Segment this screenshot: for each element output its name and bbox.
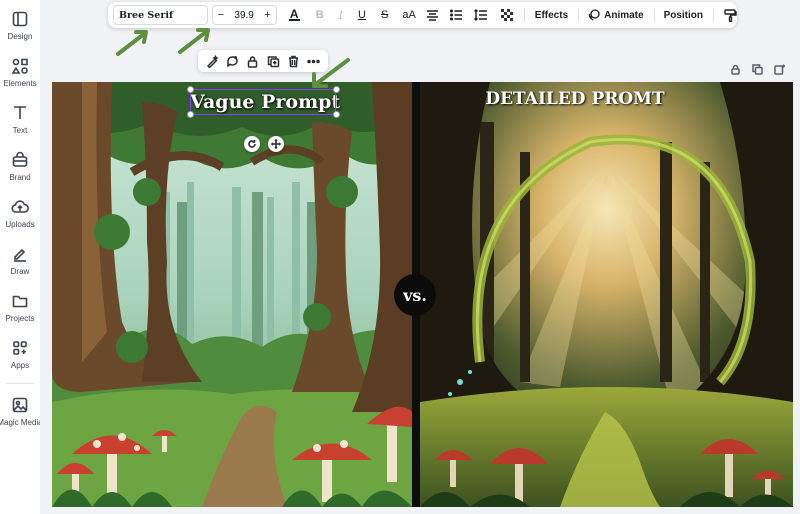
sidebar-item-label: Elements [3,79,37,88]
letter-case-button[interactable]: aA [402,5,415,25]
trash-icon[interactable] [287,55,300,68]
font-size-stepper: − 39.9 + [211,5,277,25]
magic-edit-icon[interactable] [206,54,219,68]
paint-roller-icon [724,8,737,22]
text-formatting-toolbar: Bree Serif − 39.9 + A B I U S aA Effects… [108,2,737,28]
vague-prompt-image[interactable] [52,82,412,507]
design-icon [12,11,28,27]
rotate-icon [248,140,256,148]
sidebar-item-label: Text [12,126,28,135]
projects-icon [12,295,28,308]
sidebar-item-label: Uploads [5,220,35,229]
animate-icon [588,9,600,21]
sidebar-item-label: Projects [5,314,35,323]
sidebar-item-label: Magic Media [0,418,43,427]
annotation-arrow-icon [178,28,210,54]
sidebar-item-apps[interactable]: Apps [0,339,40,383]
glowing-forest-illustration [420,82,793,507]
copy-style-button[interactable] [724,5,737,25]
sidebar-divider [6,383,34,384]
magic-media-icon [12,397,28,413]
sidebar-item-projects[interactable]: Projects [0,292,40,336]
comment-icon[interactable] [226,55,239,68]
annotation-arrow-icon [312,58,350,88]
sidebar-item-elements[interactable]: Elements [0,57,40,101]
text-color-swatch [288,19,300,21]
left-sidebar: Design Elements Text Brand Uploads Draw … [0,0,43,514]
sidebar-item-label: Brand [9,173,31,182]
duplicate-icon[interactable] [267,55,280,68]
apps-icon [13,341,27,355]
brand-icon [12,151,28,167]
underline-button[interactable]: U [358,5,366,25]
detailed-prompt-title[interactable]: DETAILED PROMT [470,86,680,112]
vague-prompt-title[interactable]: Vague Prompt [190,90,340,114]
italic-button[interactable]: I [339,5,343,25]
font-size-value[interactable]: 39.9 [234,10,253,21]
sidebar-item-text[interactable]: Text [0,104,40,148]
spacing-button[interactable] [473,5,487,25]
bold-button[interactable]: B [316,5,324,25]
sidebar-item-label: Apps [10,361,30,370]
vs-badge[interactable]: vs. [394,274,436,316]
list-button[interactable] [449,5,463,25]
detailed-prompt-image[interactable] [420,82,793,507]
align-center-icon [426,10,438,21]
page-add-icon[interactable] [774,64,785,75]
animate-label: Animate [604,9,644,21]
text-color-label: A [289,7,299,21]
text-color-button[interactable]: A [288,5,300,25]
strikethrough-button[interactable]: S [381,5,388,25]
page-actions [730,64,785,75]
toolbar-divider [653,8,655,22]
sidebar-item-uploads[interactable]: Uploads [0,198,40,242]
effects-button[interactable]: Effects [535,5,568,25]
resize-handle-top-left[interactable] [187,86,194,93]
lock-icon[interactable] [246,55,259,68]
page-lock-icon[interactable] [730,64,741,75]
page-duplicate-icon[interactable] [752,64,763,75]
uploads-icon [11,200,29,213]
font-family-select[interactable]: Bree Serif [113,5,208,25]
animate-button[interactable]: Animate [588,5,644,25]
toolbar-divider [578,8,580,22]
sidebar-item-label: Draw [10,267,30,276]
sidebar-item-design[interactable]: Design [0,10,40,54]
font-size-increase-button[interactable]: + [264,9,270,21]
align-center-button[interactable] [426,5,439,25]
sidebar-item-draw[interactable]: Draw [0,245,40,289]
sidebar-item-brand[interactable]: Brand [0,151,40,195]
sidebar-item-magic-media[interactable]: Magic Media [0,396,43,440]
move-button[interactable] [268,136,284,152]
cartoon-forest-illustration [52,82,412,507]
transparency-icon [500,9,513,21]
line-spacing-icon [473,9,487,21]
resize-handle-bottom-left[interactable] [187,111,194,118]
draw-icon [14,248,26,262]
elements-icon [11,58,28,74]
position-button[interactable]: Position [664,5,703,25]
text-icon [14,106,26,119]
move-icon [271,139,281,149]
bullet-list-icon [449,9,462,21]
transparency-button[interactable] [500,5,513,25]
font-size-decrease-button[interactable]: − [218,9,224,21]
toolbar-divider [713,8,714,22]
rotate-button[interactable] [244,136,260,152]
toolbar-divider [523,8,525,22]
sidebar-item-label: Design [7,32,33,41]
annotation-arrow-icon [116,30,148,56]
resize-handle-bottom-right[interactable] [333,111,340,118]
